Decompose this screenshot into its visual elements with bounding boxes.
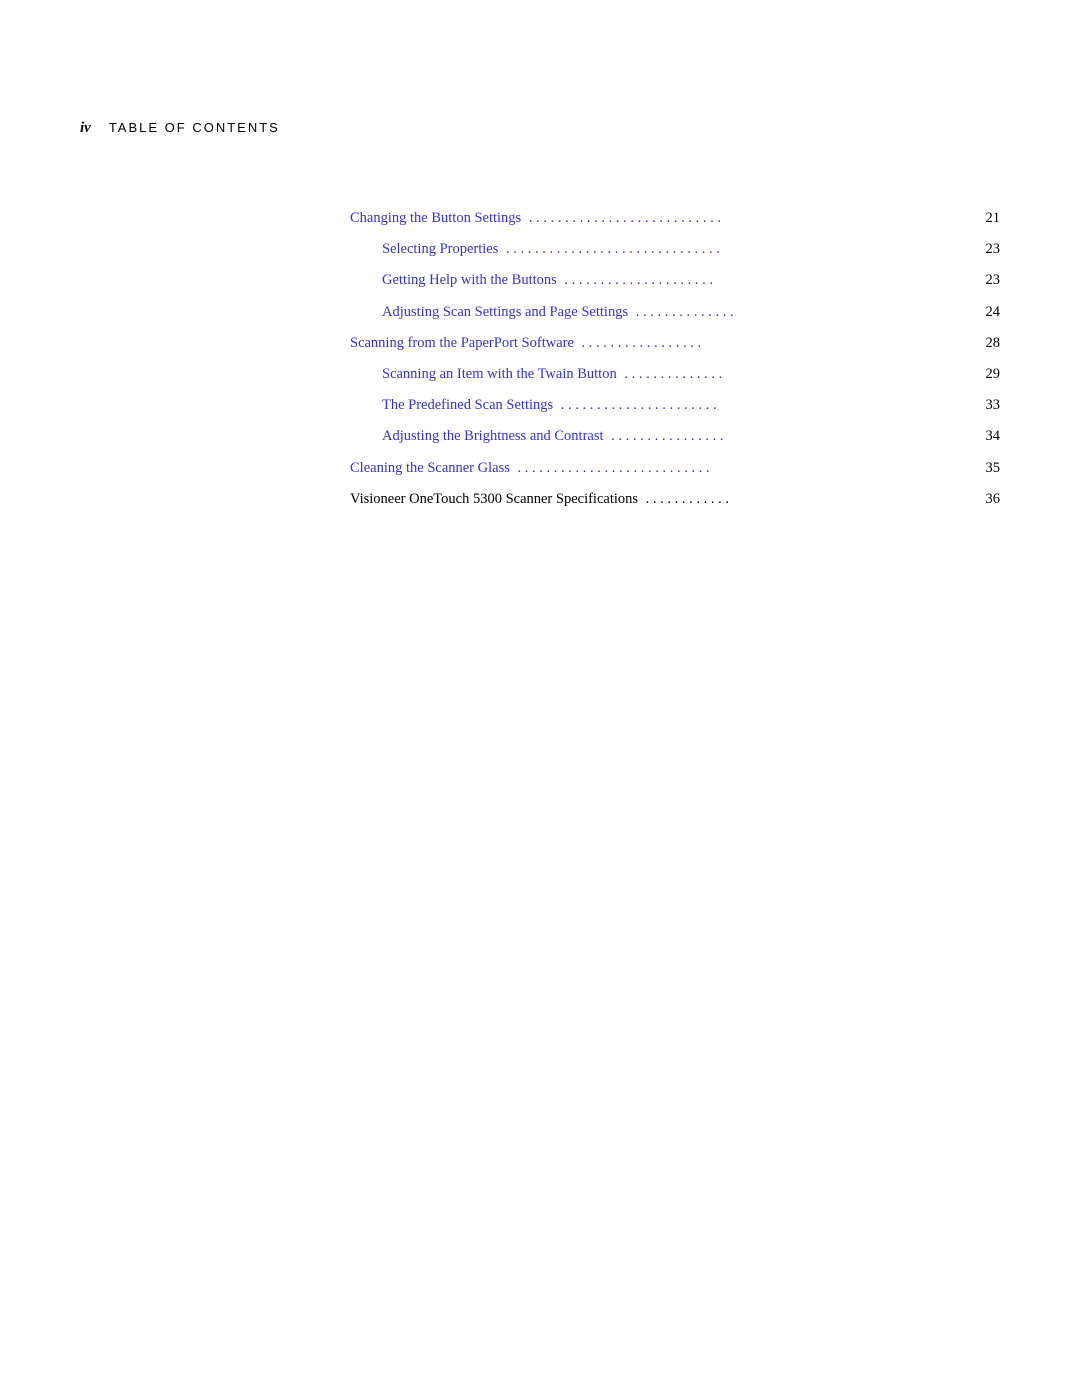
toc-link-scanning-paperport[interactable]: Scanning from the PaperPort Software — [350, 332, 574, 355]
toc-entry-selecting-properties: Selecting Properties . . . . . . . . . .… — [382, 238, 1000, 261]
toc-dots-3: . . . . . . . . . . . . . . . . . . . . … — [561, 269, 982, 292]
toc-page-1: 21 — [986, 207, 1001, 230]
toc-entry-scanning-twain: Scanning an Item with the Twain Button .… — [382, 363, 1000, 386]
toc-page-3: 23 — [986, 269, 1001, 292]
toc-page-8: 34 — [986, 425, 1001, 448]
toc-entry-scanning-paperport: Scanning from the PaperPort Software . .… — [350, 332, 1000, 355]
toc-page-5: 28 — [986, 332, 1001, 355]
toc-link-getting-help[interactable]: Getting Help with the Buttons — [382, 269, 557, 292]
toc-link-changing-button-settings[interactable]: Changing the Button Settings — [350, 207, 521, 230]
toc-entry-brightness-contrast: Adjusting the Brightness and Contrast . … — [382, 425, 1000, 448]
toc-link-cleaning-scanner[interactable]: Cleaning the Scanner Glass — [350, 457, 510, 480]
toc-dots-4: . . . . . . . . . . . . . . — [632, 301, 981, 324]
page-header: iv Table of Contents — [80, 120, 1000, 147]
toc-link-scanning-twain[interactable]: Scanning an Item with the Twain Button — [382, 363, 617, 386]
toc-link-predefined-scan[interactable]: The Predefined Scan Settings — [382, 394, 553, 417]
toc-dots-5: . . . . . . . . . . . . . . . . . — [578, 332, 982, 355]
toc-entry-predefined-scan: The Predefined Scan Settings . . . . . .… — [382, 394, 1000, 417]
toc-dots-10: . . . . . . . . . . . . — [642, 488, 981, 511]
toc-dots-8: . . . . . . . . . . . . . . . . — [608, 425, 982, 448]
page-roman-numeral: iv — [80, 120, 91, 137]
toc-page-10: 36 — [986, 488, 1001, 511]
toc-entry-cleaning-scanner: Cleaning the Scanner Glass . . . . . . .… — [350, 457, 1000, 480]
toc-dots-9: . . . . . . . . . . . . . . . . . . . . … — [514, 457, 982, 480]
toc-container: Changing the Button Settings . . . . . .… — [350, 207, 1000, 511]
toc-dots-7: . . . . . . . . . . . . . . . . . . . . … — [557, 394, 981, 417]
toc-entry-getting-help: Getting Help with the Buttons . . . . . … — [382, 269, 1000, 292]
toc-dots-2: . . . . . . . . . . . . . . . . . . . . … — [502, 238, 981, 261]
toc-entry-adjusting-scan-settings: Adjusting Scan Settings and Page Setting… — [382, 301, 1000, 324]
toc-page-9: 35 — [986, 457, 1001, 480]
toc-label-specifications: Visioneer OneTouch 5300 Scanner Specific… — [350, 488, 638, 511]
toc-entry-changing-button-settings: Changing the Button Settings . . . . . .… — [350, 207, 1000, 230]
toc-page-4: 24 — [986, 301, 1001, 324]
toc-link-adjusting-scan-settings[interactable]: Adjusting Scan Settings and Page Setting… — [382, 301, 628, 324]
toc-page-7: 33 — [986, 394, 1001, 417]
header-title: Table of Contents — [109, 120, 280, 135]
toc-dots-6: . . . . . . . . . . . . . . — [621, 363, 982, 386]
toc-link-selecting-properties[interactable]: Selecting Properties — [382, 238, 498, 261]
toc-link-brightness-contrast[interactable]: Adjusting the Brightness and Contrast — [382, 425, 604, 448]
toc-page-6: 29 — [986, 363, 1001, 386]
toc-dots-1: . . . . . . . . . . . . . . . . . . . . … — [525, 207, 981, 230]
toc-entry-specifications: Visioneer OneTouch 5300 Scanner Specific… — [350, 488, 1000, 511]
toc-page-2: 23 — [986, 238, 1001, 261]
page: iv Table of Contents Changing the Button… — [0, 0, 1080, 1397]
